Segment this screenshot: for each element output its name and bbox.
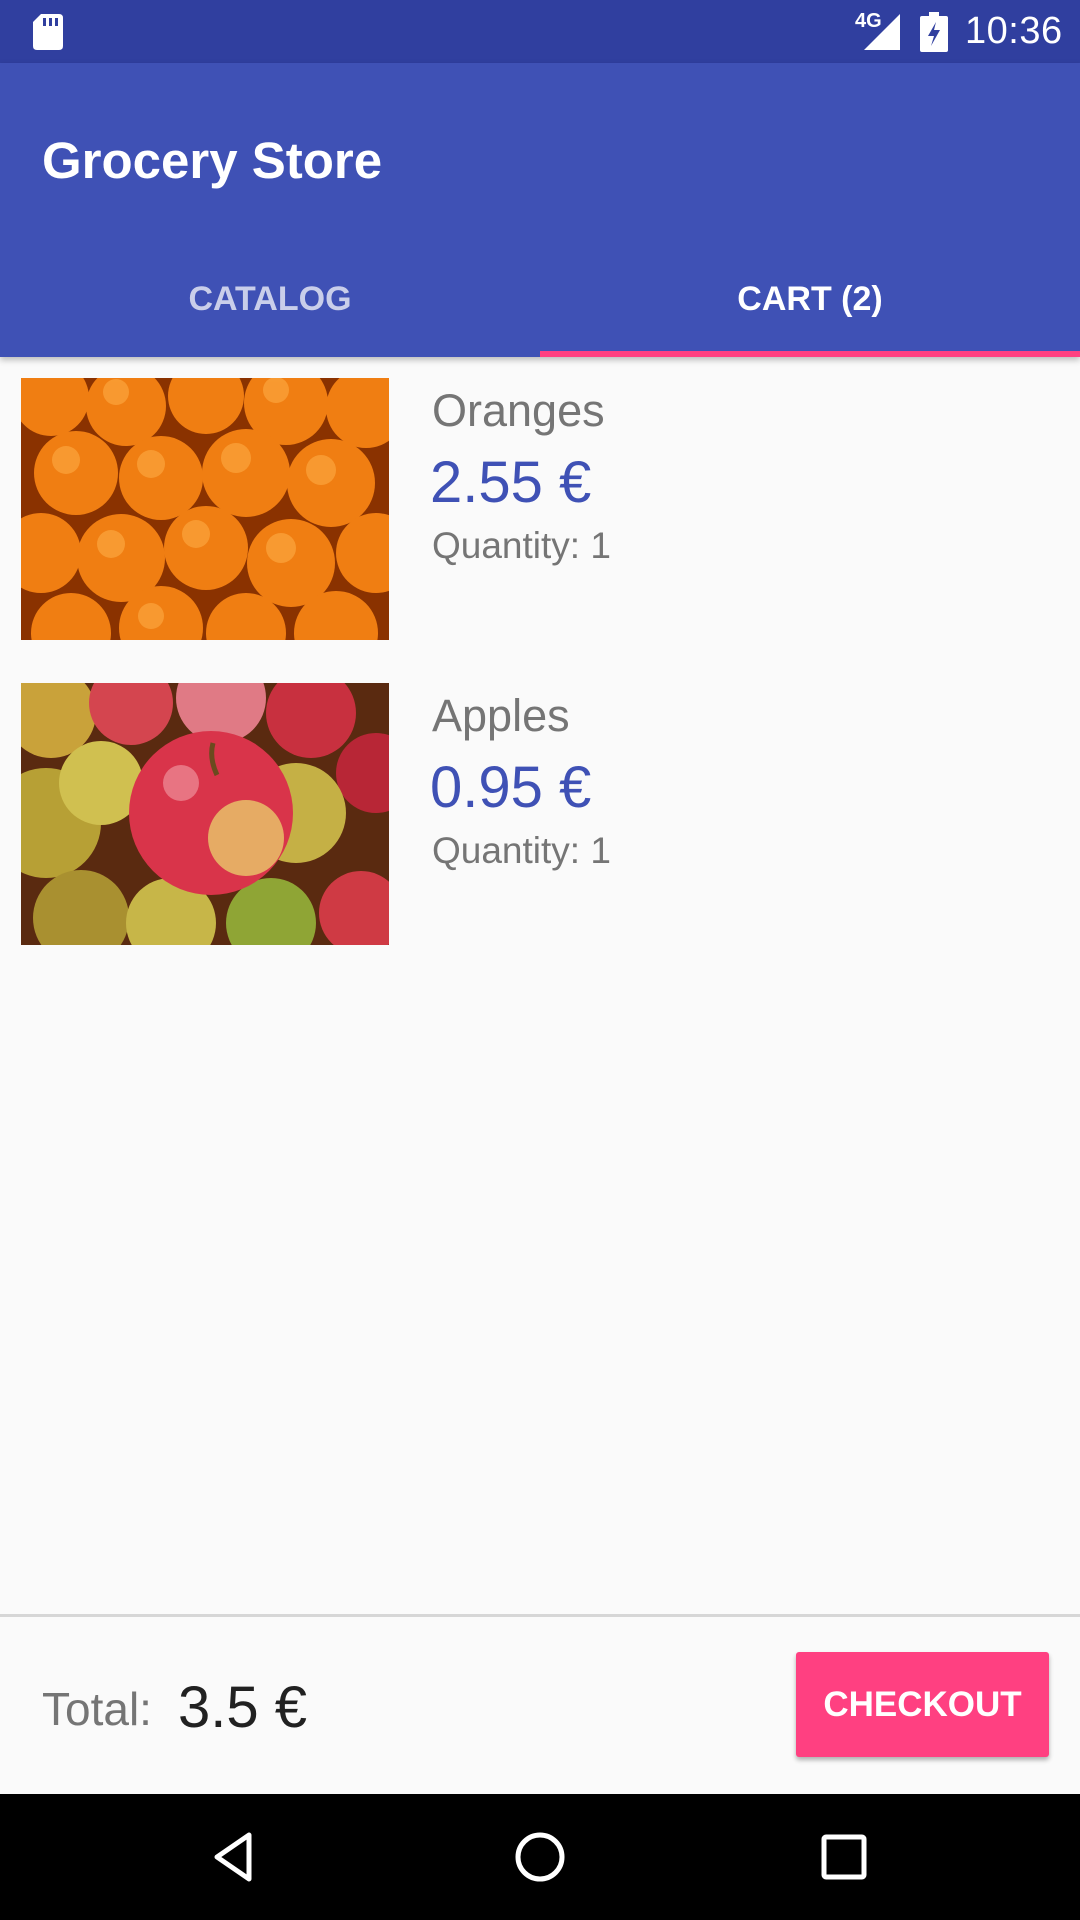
item-name: Oranges <box>432 385 605 436</box>
item-price: 0.95 € <box>430 755 592 820</box>
tab-bar: CATALOG CART (2) <box>0 241 1080 357</box>
recents-icon[interactable] <box>814 1827 874 1887</box>
total-label: Total: <box>42 1683 152 1735</box>
tab-cart[interactable]: CART (2) <box>540 241 1080 357</box>
status-clock: 10:36 <box>965 10 1063 52</box>
total-value: 3.5 € <box>178 1675 307 1740</box>
cart-list: Oranges 2.55 € Quantity: 1 Apples 0.95 €… <box>0 357 1080 967</box>
item-name: Apples <box>432 690 570 741</box>
signal-icon <box>864 14 900 50</box>
home-icon[interactable] <box>510 1827 570 1887</box>
status-bar: 4G 10:36 <box>0 0 1080 63</box>
item-price: 2.55 € <box>430 450 592 515</box>
checkout-button[interactable]: CHECKOUT <box>796 1652 1049 1757</box>
cart-item-apples[interactable]: Apples 0.95 € Quantity: 1 <box>0 662 1080 967</box>
sd-card-icon <box>33 14 63 50</box>
back-icon[interactable] <box>205 1827 265 1887</box>
app-title: Grocery Store <box>42 132 383 189</box>
oranges-photo <box>21 378 389 640</box>
cart-item-oranges[interactable]: Oranges 2.55 € Quantity: 1 <box>0 357 1080 662</box>
battery-icon <box>920 12 948 52</box>
tab-catalog[interactable]: CATALOG <box>0 241 540 357</box>
nav-bar <box>0 1794 1080 1920</box>
item-quantity: Quantity: 1 <box>432 525 611 566</box>
app-bar: Grocery Store CATALOG CART (2) <box>0 63 1080 357</box>
item-quantity: Quantity: 1 <box>432 830 611 871</box>
apples-photo <box>21 683 389 945</box>
footer-divider <box>0 1614 1080 1617</box>
